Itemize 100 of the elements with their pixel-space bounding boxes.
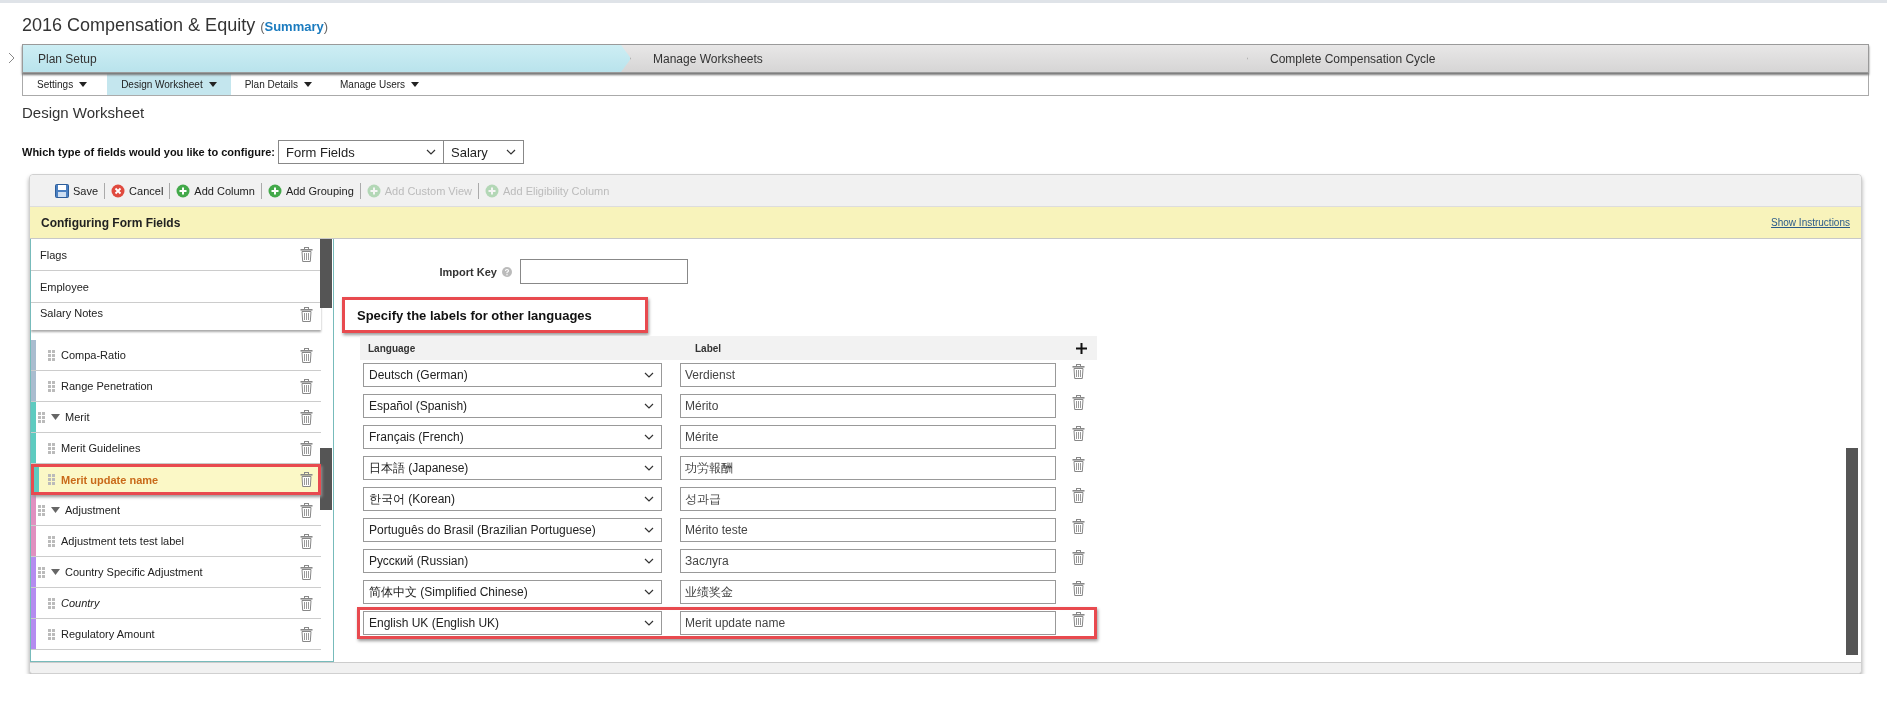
collapse-triangle-icon	[51, 569, 60, 575]
label-field[interactable]: 业绩奖金	[680, 580, 1056, 604]
chevron-down-icon	[644, 496, 654, 502]
caret-icon	[208, 81, 217, 87]
trash-icon	[1072, 394, 1085, 410]
label-field[interactable]: Mérite	[680, 425, 1056, 449]
toolbar-button[interactable]: Cancel	[105, 183, 170, 198]
trash-icon	[1072, 456, 1085, 472]
caret-icon	[304, 81, 313, 87]
help-icon	[502, 266, 512, 277]
add-icon	[366, 183, 381, 198]
language-dropdown[interactable]: Français (French)	[363, 425, 662, 449]
grip-icon	[48, 349, 55, 361]
chevron-right-icon	[8, 52, 15, 64]
trash-icon	[1072, 425, 1085, 441]
column-header: Language	[368, 342, 417, 354]
collapse-triangle-icon	[51, 414, 60, 420]
label-field[interactable]: Заслуга	[680, 549, 1056, 573]
trash-icon	[300, 307, 313, 322]
add-icon	[176, 183, 191, 198]
summary-link[interactable]: (Summary)	[260, 19, 329, 34]
save-icon	[55, 183, 69, 198]
language-dropdown[interactable]: English UK (English UK)	[363, 611, 662, 635]
toolbar-button[interactable]: Add Column	[170, 183, 261, 198]
field-list-item[interactable]: Compa-Ratio	[31, 340, 321, 371]
trash-icon	[1072, 363, 1085, 379]
field-label: Import Key	[438, 265, 497, 278]
trash-icon	[300, 564, 313, 580]
language-dropdown[interactable]: Português do Brasil (Brazilian Portuguese)	[363, 518, 662, 542]
trash-icon	[1072, 549, 1085, 565]
grip-icon	[48, 442, 55, 454]
type-dropdown[interactable]: Form Fields	[278, 140, 444, 164]
label-field[interactable]: Verdienst	[680, 363, 1056, 387]
trash-icon	[300, 409, 313, 425]
grip-icon	[38, 504, 45, 516]
add-icon	[1076, 342, 1087, 354]
caret-icon	[79, 81, 88, 87]
scrollbar-thumb[interactable]	[320, 448, 332, 510]
nav-menu[interactable]: Manage Users	[326, 73, 434, 95]
label-field[interactable]: Mérito	[680, 394, 1056, 418]
trash-icon	[300, 247, 313, 262]
label-field[interactable]: Merit update name	[680, 611, 1056, 635]
trash-icon	[1072, 611, 1085, 627]
nav-menu[interactable]: Settings	[23, 73, 108, 95]
category-dropdown[interactable]: Salary	[444, 140, 524, 164]
field-list-item[interactable]: Country Specific Adjustment	[31, 557, 321, 588]
add-icon	[485, 183, 499, 198]
trash-icon	[300, 626, 313, 642]
label-field[interactable]: 성과급	[680, 487, 1056, 511]
label-field[interactable]: Mérito teste	[680, 518, 1056, 542]
config-title: Configuring Form Fields	[41, 215, 181, 230]
chevron-down-icon	[644, 527, 654, 533]
field-list-item[interactable]: Salary Notes	[31, 303, 321, 330]
grip-icon	[38, 411, 45, 423]
toolbar-button[interactable]: Save	[49, 183, 105, 198]
trash-icon	[300, 440, 313, 456]
field-list-item[interactable]: Adjustment	[31, 495, 321, 526]
process-step[interactable]: Plan Setup	[23, 45, 631, 72]
toolbar-button[interactable]: Add Grouping	[261, 183, 360, 198]
language-dropdown[interactable]: Русский (Russian)	[363, 549, 662, 573]
chevron-down-icon	[644, 465, 654, 471]
language-dropdown[interactable]: Deutsch (German)	[363, 363, 662, 387]
trash-icon	[300, 595, 313, 611]
language-dropdown[interactable]: 日本語 (Japanese)	[363, 456, 662, 480]
field-list-item[interactable]: Merit Guidelines	[31, 433, 321, 464]
grip-icon	[48, 474, 55, 485]
field-list-item[interactable]: Country	[31, 588, 321, 619]
field-list-item[interactable]: Merit update name	[31, 464, 321, 495]
scrollbar-thumb[interactable]	[320, 239, 332, 308]
process-step[interactable]: Complete Compensation Cycle	[1248, 45, 1868, 72]
chevron-down-icon	[644, 620, 654, 626]
field-label: Which type of fields would you like to configure:	[22, 146, 275, 158]
caret-icon	[411, 81, 420, 87]
language-dropdown[interactable]: 简体中文 (Simplified Chinese)	[363, 580, 662, 604]
label-field[interactable]: 功労報酬	[680, 456, 1056, 480]
chevron-down-icon	[644, 372, 654, 378]
grip-icon	[48, 628, 55, 640]
import-key-field[interactable]	[520, 259, 688, 284]
field-list-item[interactable]: Regulatory Amount	[31, 619, 321, 650]
nav-menu[interactable]: Design Worksheet	[107, 73, 231, 95]
nav-menu[interactable]: Plan Details	[230, 73, 327, 95]
chevron-down-icon	[644, 403, 654, 409]
field-list-item[interactable]: Range Penetration	[31, 371, 321, 402]
trash-icon	[1072, 580, 1085, 596]
chevron-down-icon	[506, 149, 516, 155]
add-icon	[267, 183, 282, 198]
instructions-link[interactable]: Show Instructions	[1771, 217, 1850, 228]
field-list-item[interactable]: Merit	[31, 402, 321, 433]
field-list-item[interactable]: Adjustment tets test label	[31, 526, 321, 557]
language-dropdown[interactable]: 한국어 (Korean)	[363, 487, 662, 511]
trash-icon	[300, 347, 313, 363]
column-header: Label	[695, 342, 723, 354]
chevron-down-icon	[426, 149, 436, 155]
process-step[interactable]: Manage Worksheets	[631, 45, 1248, 72]
language-dropdown[interactable]: Español (Spanish)	[363, 394, 662, 418]
chevron-down-icon	[644, 589, 654, 595]
trash-icon	[300, 378, 313, 394]
section-title: Design Worksheet	[22, 104, 146, 123]
scrollbar-thumb[interactable]	[1846, 448, 1858, 655]
trash-icon	[1072, 487, 1085, 503]
